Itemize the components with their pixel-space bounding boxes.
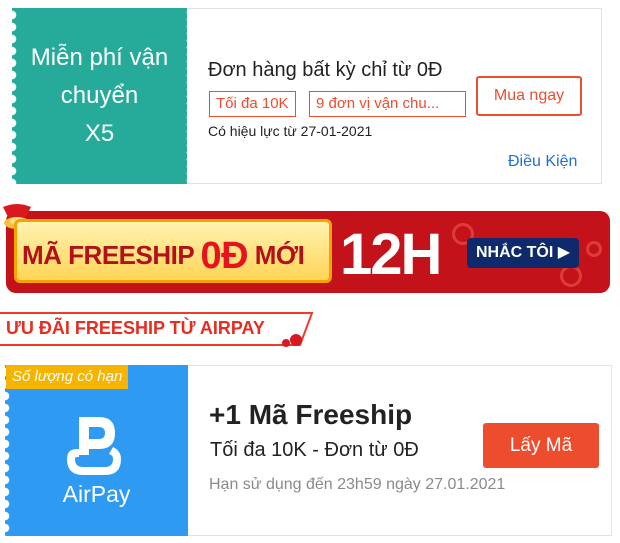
banner-headline-zero: 0Đ [200,235,249,277]
banner-time: 12H [340,222,442,287]
banner-headline-pre: MÃ FREESHIP [22,240,201,270]
play-arrow-icon: ▶ [557,244,571,261]
airpay-voucher-card: AirPay Số lượng có hạn +1 Mã Freeship Tố… [5,365,612,537]
section-title: ƯU ĐÃI FREESHIP TỪ AIRPAY [6,318,265,338]
airpay-logo-icon [67,417,121,475]
airpay-voucher-badge: AirPay [5,365,188,536]
badge-line-1: Miễn phí vận [30,44,169,71]
airpay-brand-name: AirPay [62,481,131,507]
banner-headline: MÃ FREESHIP 0Đ MỚI [22,235,305,278]
cloud-decoration-icon [586,241,602,257]
voucher-title: Đơn hàng bất kỳ chỉ từ 0Đ [208,59,443,81]
badge-line-2: chuyển [60,82,139,109]
badge-line-3: X5 [84,120,115,147]
banner-headline-post: MỚI [248,240,305,270]
airpay-voucher-title: +1 Mã Freeship [209,399,413,430]
freeship-voucher-badge: Miễn phí vận chuyển X5 [12,8,187,184]
carriers-tag[interactable]: 9 đơn vị vận chu... [309,91,466,117]
freeship-promo-banner: MÃ FREESHIP 0Đ MỚI 12H NHẮC TÔI ▶ [0,201,612,295]
remind-me-label: NHẮC TÔI [475,244,554,261]
freeship-voucher-card: Miễn phí vận chuyển X5 Đơn hàng bất kỳ c… [12,8,602,185]
get-code-button[interactable]: Lấy Mã [483,423,599,468]
ticket-edge [5,366,13,537]
airpay-voucher-subtitle: Tối đa 10K - Đơn từ 0Đ [210,439,419,461]
validity-text: Có hiệu lực từ 27-01-2021 [208,123,373,139]
remind-me-button[interactable]: NHẮC TÔI ▶ [467,238,579,268]
cloud-decoration-icon [560,265,582,287]
ticket-edge [12,9,20,185]
airpay-voucher-expiry: Hạn sử dụng đến 23h59 ngày 27.01.2021 [209,476,506,493]
conditions-link[interactable]: Điều Kiện [508,153,577,171]
limited-quantity-badge: Số lượng có hạn [6,365,129,389]
ticket-perforation [185,9,189,185]
max-discount-tag: Tối đa 10K [209,91,296,117]
buy-now-button[interactable]: Mua ngay [476,76,582,116]
